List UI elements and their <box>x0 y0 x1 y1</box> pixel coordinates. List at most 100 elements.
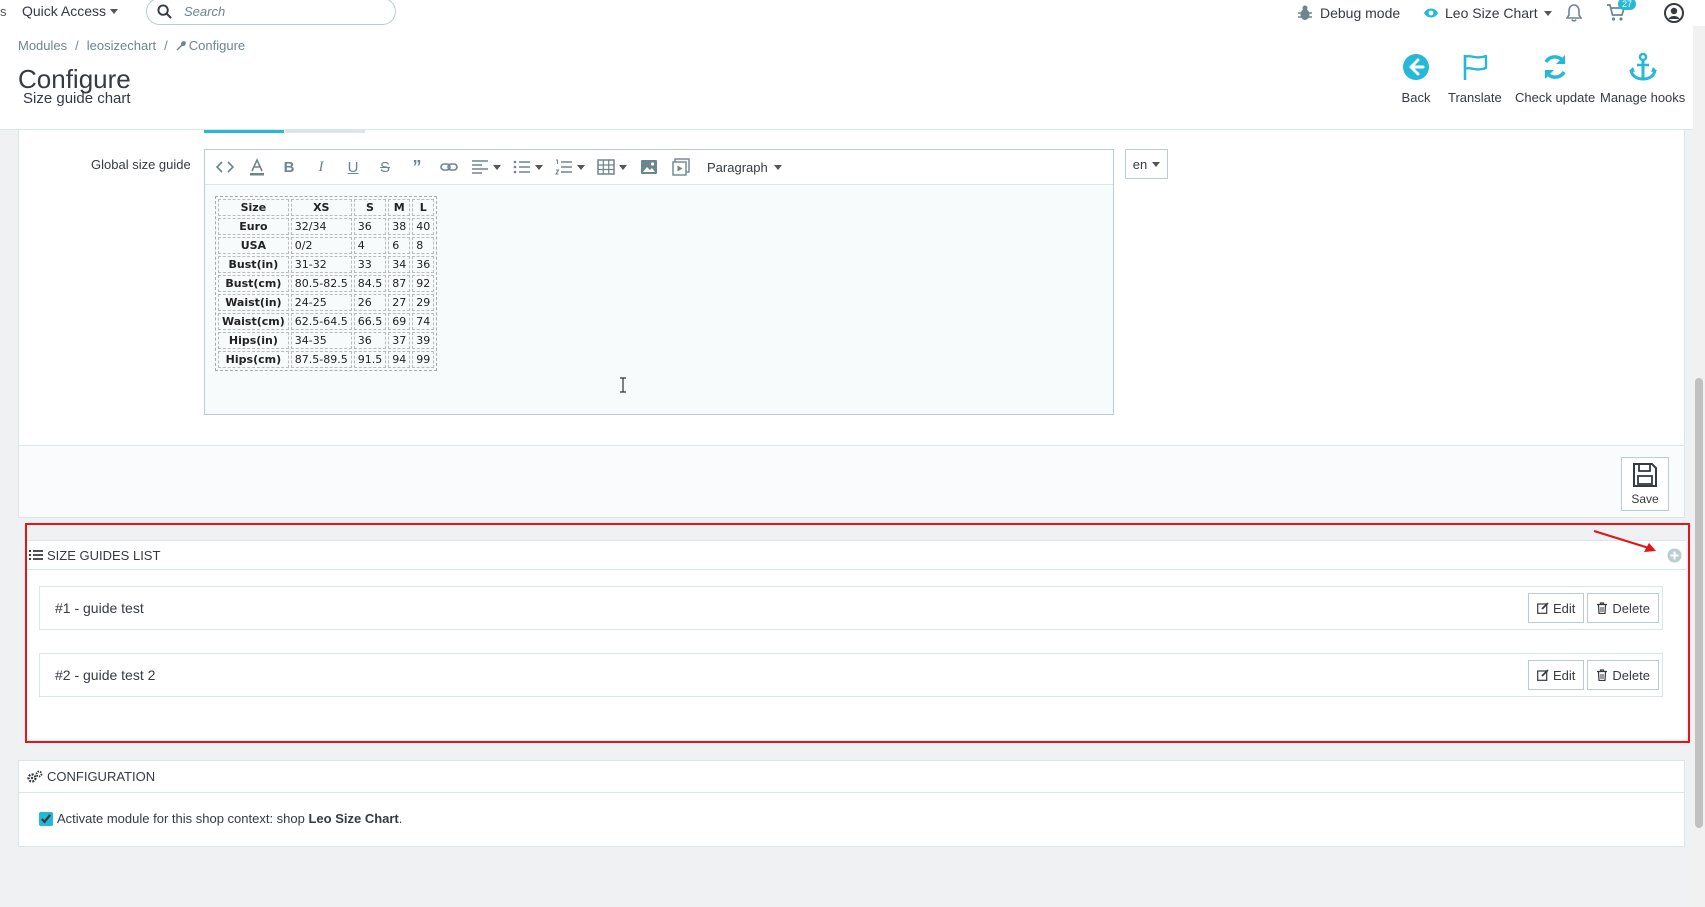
table-cell: 31-32 <box>290 256 352 273</box>
table-cell: Size <box>218 199 289 216</box>
bullet-list-dropdown[interactable] <box>513 158 543 176</box>
arrow-left-circle-icon <box>1403 54 1429 80</box>
refresh-icon <box>1544 55 1566 79</box>
orders-button[interactable]: 27 <box>1606 0 1637 26</box>
scrollbar-thumb[interactable] <box>1695 378 1703 828</box>
table-cell: 36 <box>353 332 387 349</box>
table-cell: 80.5-82.5 <box>290 275 352 292</box>
table-cell: Waist(in) <box>218 294 289 311</box>
add-new-guide-icon[interactable] <box>1667 548 1682 563</box>
debug-mode-toggle[interactable]: Debug mode <box>1298 0 1400 26</box>
table-dropdown[interactable] <box>597 158 627 176</box>
edit-button[interactable]: Edit <box>1528 593 1585 623</box>
italic-icon[interactable]: I <box>311 157 331 177</box>
chevron-down-icon <box>1543 10 1552 16</box>
delete-label: Delete <box>1612 600 1650 616</box>
tab-active-indicator[interactable] <box>204 130 284 133</box>
eye-icon <box>1424 8 1438 18</box>
source-code-icon[interactable] <box>215 157 235 177</box>
bold-icon[interactable]: B <box>279 157 299 177</box>
editor-content[interactable]: Size XS S M L Euro 32/34 36 38 40 USA 0/2 4 6 8 Bust(in… <box>215 196 438 371</box>
text-cursor-icon <box>620 377 626 393</box>
quick-access-label: Quick Access <box>22 3 107 19</box>
activate-module-text: Activate module for this shop context: s… <box>57 811 402 826</box>
global-size-guide-label: Global size guide <box>91 157 191 172</box>
notifications-button[interactable] <box>1566 0 1582 26</box>
media-icon[interactable] <box>671 157 691 177</box>
delete-button[interactable]: Delete <box>1587 660 1659 690</box>
table-cell: Euro <box>218 218 289 235</box>
delete-button[interactable]: Delete <box>1587 593 1659 623</box>
editor-toolbar: B I U S ” Paragraph <box>205 150 1113 185</box>
quick-access-dropdown[interactable]: Quick Access <box>22 3 119 19</box>
translate-label: Translate <box>1448 90 1502 105</box>
underline-icon[interactable]: U <box>343 157 363 177</box>
guide-name: #2 - guide test 2 <box>55 667 156 683</box>
breadcrumb-separator: / <box>164 38 168 53</box>
table-row: Bust(cm) 80.5-82.5 84.5 87 92 <box>218 275 435 292</box>
image-icon[interactable] <box>639 157 659 177</box>
link-icon[interactable] <box>439 157 459 177</box>
check-update-label: Check update <box>1515 90 1596 105</box>
table-cell: Hips(cm) <box>218 351 289 368</box>
align-dropdown[interactable] <box>471 158 501 176</box>
page-header: Modules / leosizechart / Configure Confi… <box>0 26 1705 130</box>
paragraph-format-dropdown[interactable]: Paragraph <box>707 160 782 175</box>
manage-hooks-label: Manage hooks <box>1600 90 1686 105</box>
breadcrumb-module[interactable]: leosizechart <box>87 38 156 53</box>
text-color-icon[interactable] <box>247 157 267 177</box>
breadcrumb-modules[interactable]: Modules <box>18 38 67 53</box>
language-dropdown[interactable]: en <box>1125 149 1168 179</box>
tab-inactive-indicator[interactable] <box>285 130 365 133</box>
search-box[interactable] <box>146 0 396 25</box>
table-cell: 26 <box>353 294 387 311</box>
activate-module-row[interactable]: Activate module for this shop context: s… <box>39 811 402 826</box>
table-cell: M <box>388 199 411 216</box>
table-cell: 87.5-89.5 <box>290 351 352 368</box>
search-input[interactable] <box>184 4 374 19</box>
blockquote-icon[interactable]: ” <box>407 157 427 177</box>
shop-selector[interactable]: Leo Size Chart <box>1423 0 1552 26</box>
configuration-title: CONFIGURATION <box>47 769 156 784</box>
save-button[interactable]: Save <box>1621 457 1669 511</box>
configuration-header: CONFIGURATION <box>19 761 1684 793</box>
table-cell: 66.5 <box>353 313 387 330</box>
search-icon <box>157 4 172 19</box>
table-cell: 8 <box>412 237 435 254</box>
trash-icon <box>1597 669 1608 681</box>
table-cell: 32/34 <box>290 218 352 235</box>
gears-icon <box>27 770 43 783</box>
table-cell: Hips(in) <box>218 332 289 349</box>
back-label: Back <box>1401 90 1431 105</box>
size-chart-table[interactable]: Size XS S M L Euro 32/34 36 38 40 USA 0/2 4 6 8 Bust(in… <box>215 196 438 371</box>
floppy-disk-icon <box>1633 463 1657 487</box>
table-cell: 24-25 <box>290 294 352 311</box>
delete-label: Delete <box>1612 667 1650 683</box>
table-cell: 33 <box>353 256 387 273</box>
list-item: #1 - guide test Edit Delete <box>39 586 1663 630</box>
strikethrough-icon[interactable]: S <box>375 157 395 177</box>
sidebar-edge-glyph: s <box>0 4 7 19</box>
activate-module-label: Activate module for this shop context: s… <box>57 811 309 826</box>
check-update-button[interactable]: Check update <box>1515 52 1595 105</box>
numbered-list-dropdown[interactable] <box>555 158 585 176</box>
table-cell: Waist(cm) <box>218 313 289 330</box>
edit-button[interactable]: Edit <box>1528 660 1585 690</box>
breadcrumb-current: Configure <box>176 38 245 53</box>
table-cell: 36 <box>353 218 387 235</box>
guide-name: #1 - guide test <box>55 600 144 616</box>
rich-text-editor[interactable]: B I U S ” Paragraph Size XS S M L Euro 3… <box>204 149 1114 415</box>
table-cell: S <box>353 199 387 216</box>
back-button[interactable]: Back <box>1401 52 1431 105</box>
language-label: en <box>1132 156 1148 172</box>
translate-button[interactable]: Translate <box>1448 52 1502 105</box>
activate-module-checkbox[interactable] <box>39 811 53 826</box>
breadcrumb-separator: / <box>75 38 79 53</box>
user-menu-button[interactable] <box>1664 0 1684 26</box>
paragraph-format-label: Paragraph <box>707 159 768 175</box>
manage-hooks-button[interactable]: Manage hooks <box>1600 52 1685 105</box>
edit-label: Edit <box>1553 667 1576 683</box>
list-icon <box>29 550 43 560</box>
size-guides-list-panel: SIZE GUIDES LIST #1 - guide test Edit De… <box>27 540 1686 740</box>
table-cell: 4 <box>353 237 387 254</box>
